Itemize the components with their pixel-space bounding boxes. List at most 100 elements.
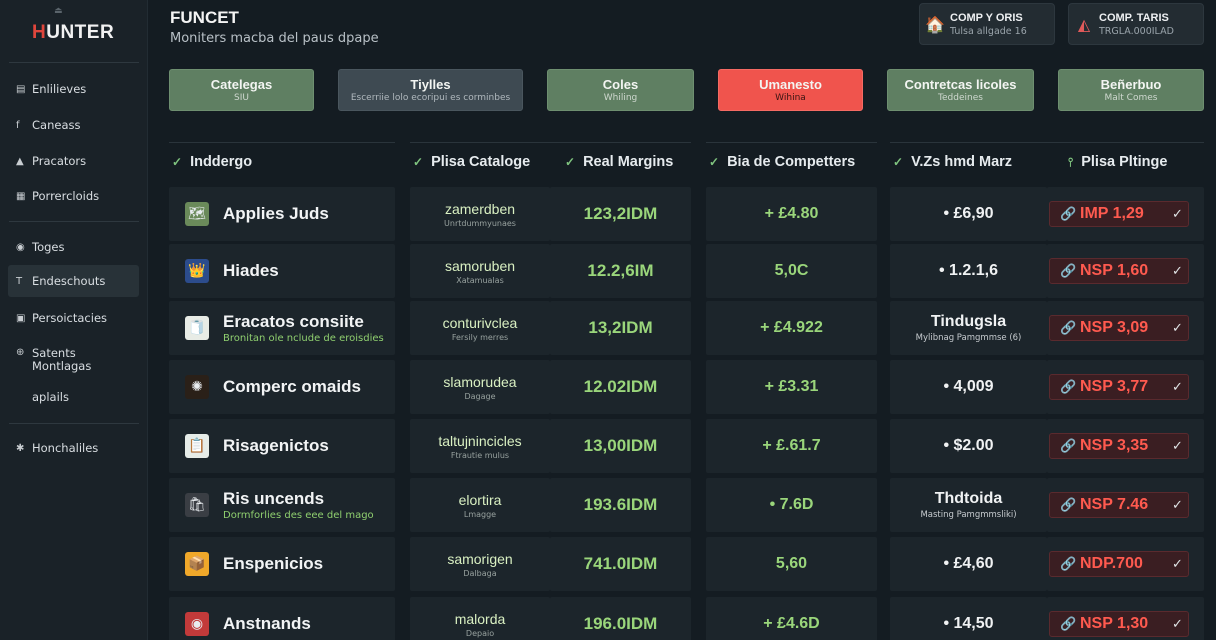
table-row-product[interactable]: 🗺 Applies Juds <box>169 187 395 241</box>
price-badge[interactable]: 🔗 NSP 7.46 ✓ <box>1049 492 1189 518</box>
price-badge[interactable]: 🔗 NSP 3,09 ✓ <box>1049 315 1189 341</box>
price-badge[interactable]: 🔗 NSP 3,35 ✓ <box>1049 433 1189 459</box>
column-header-inddergo[interactable]: ✓ Inddergo <box>172 152 252 172</box>
product-text: Risagenictos <box>223 436 329 456</box>
sidebar-item-endeschouts[interactable]: T Endeschouts <box>8 265 139 297</box>
table-cell-pricing: 🔗 NSP 7.46 ✓ <box>1047 478 1204 532</box>
sidebar-item-satents[interactable]: ⊕ Satents Montlagas <box>8 343 139 377</box>
sidebar-item-persoictacies[interactable]: ▣ Persoictacies <box>8 302 139 334</box>
table-cell-vz[interactable]: • 1.2.1,6 <box>890 244 1047 298</box>
table-cell-margin[interactable]: 196.0IDM <box>550 597 691 640</box>
table-cell-vz[interactable]: Tindugsla Mylibnag Pamgmmse (6) <box>890 301 1047 355</box>
table-cell-competitor[interactable]: + £3.31 <box>706 360 877 414</box>
table-cell-catalog[interactable]: zamerdben Unrtdummyunaes <box>410 187 550 241</box>
price-badge[interactable]: 🔗 NSP 1,60 ✓ <box>1049 258 1189 284</box>
price-badge[interactable]: 🔗 IMP 1,29 ✓ <box>1049 201 1189 227</box>
header-card-comp-taris[interactable]: ◭ COMP. TARIS TRGLA.000ILAD <box>1068 3 1204 45</box>
table-cell-catalog[interactable]: samoruben Xatamualas <box>410 244 550 298</box>
header-card-subtitle: TRGLA.000ILAD <box>1099 25 1174 37</box>
check-icon[interactable]: ✓ <box>1172 617 1183 632</box>
sidebar-item-toges[interactable]: ◉ Toges <box>8 231 139 263</box>
price-badge[interactable]: 🔗 NSP 3,77 ✓ <box>1049 374 1189 400</box>
table-cell-catalog[interactable]: slamorudea Dagage <box>410 360 550 414</box>
table-cell-margin[interactable]: 12.02IDM <box>550 360 691 414</box>
table-cell-competitor[interactable]: • 7.6D <box>706 478 877 532</box>
table-cell-margin[interactable]: 193.6IDM <box>550 478 691 532</box>
column-header-catalog[interactable]: ✓ Plisa Cataloge <box>413 152 530 172</box>
table-cell-vz[interactable]: • £4,60 <box>890 537 1047 591</box>
sidebar-item-pracators[interactable]: ▲ Pracators <box>8 145 139 177</box>
table-cell-margin[interactable]: 13,2IDM <box>550 301 691 355</box>
product-text: Enspenicios <box>223 554 323 574</box>
product-text: Anstnands <box>223 614 311 634</box>
table-cell-competitor[interactable]: + £4.922 <box>706 301 877 355</box>
sidebar-item-label-secondary: Montlagas <box>32 359 92 373</box>
check-icon[interactable]: ✓ <box>1172 207 1183 222</box>
check-icon[interactable]: ✓ <box>1172 439 1183 454</box>
filter-button-benerbuo[interactable]: Beñerbuo Malt Comes <box>1058 69 1204 111</box>
sidebar-divider <box>9 221 139 222</box>
product-text: Applies Juds <box>223 204 329 224</box>
margin-value: 123,2IDM <box>583 204 658 223</box>
price-badge[interactable]: 🔗 NDP.700 ✓ <box>1049 551 1189 577</box>
table-cell-margin[interactable]: 741.0IDM <box>550 537 691 591</box>
margin-value: 12.02IDM <box>583 377 658 396</box>
table-cell-catalog[interactable]: conturivclea Fersily merres <box>410 301 550 355</box>
table-cell-pricing: 🔗 NSP 3,77 ✓ <box>1047 360 1204 414</box>
sidebar-item-porrercloids[interactable]: ▦ Porrercloids <box>8 180 139 212</box>
filter-button-subtitle: SIU <box>234 93 249 103</box>
catalog-name: conturivclea <box>442 314 518 331</box>
app-logo[interactable]: HUNTER <box>32 22 114 44</box>
table-cell-competitor[interactable]: + £4.6D <box>706 597 877 640</box>
filter-button-coles[interactable]: Coles Whiling <box>547 69 694 111</box>
check-icon[interactable]: ✓ <box>1172 264 1183 279</box>
column-header-vz-marz[interactable]: ✓ V.Zs hmd Marz <box>893 152 1012 172</box>
filter-button-catelegas[interactable]: Catelegas SIU <box>169 69 314 111</box>
product-name: Eracatos consiite <box>223 312 364 331</box>
table-row-product[interactable]: ◉ Anstnands <box>169 597 395 640</box>
competitor-value: • 7.6D <box>769 496 814 513</box>
table-row-product[interactable]: 🧻 Eracatos consiite Bronitan ole nclude … <box>169 301 395 355</box>
table-cell-vz[interactable]: • $2.00 <box>890 419 1047 473</box>
table-cell-pricing: 🔗 NSP 3,35 ✓ <box>1047 419 1204 473</box>
column-header-pricing[interactable]: ⫯ Plisa Pltinge <box>1068 152 1167 172</box>
table-cell-competitor[interactable]: 5,0C <box>706 244 877 298</box>
check-icon[interactable]: ✓ <box>1172 557 1183 572</box>
table-cell-catalog[interactable]: samorigen Dalbaga <box>410 537 550 591</box>
sidebar-item-caneass[interactable]: f Caneass <box>8 109 139 141</box>
price-badge[interactable]: 🔗 NSP 1,30 ✓ <box>1049 611 1189 637</box>
table-row-product[interactable]: 🛍 Ris uncends Dormforlies des eee del ma… <box>169 478 395 532</box>
check-icon[interactable]: ✓ <box>1172 380 1183 395</box>
header-card-comp-oris[interactable]: 🏠 COMP Y ORIS Tulsa allgade 16 <box>919 3 1055 45</box>
table-cell-vz[interactable]: Thdtoida Masting Pamgmmsliki) <box>890 478 1047 532</box>
check-icon[interactable]: ✓ <box>1172 321 1183 336</box>
table-cell-vz[interactable]: • 4,009 <box>890 360 1047 414</box>
column-header-margins[interactable]: ✓ Real Margins <box>565 152 673 172</box>
table-row-product[interactable]: 📦 Enspenicios <box>169 537 395 591</box>
filter-button-contretcas[interactable]: Contretcas licoles Teddeines <box>887 69 1034 111</box>
circle-icon: ◉ <box>16 241 25 253</box>
table-cell-margin[interactable]: 123,2IDM <box>550 187 691 241</box>
column-header-competitors[interactable]: ✓ Bia de Competters <box>709 152 855 172</box>
table-cell-competitor[interactable]: 5,60 <box>706 537 877 591</box>
filter-button-tiylles[interactable]: Tiylles Escerriie lolo ecoripui es cormi… <box>338 69 523 111</box>
globe-icon: ⊕ <box>16 347 25 358</box>
table-row-product[interactable]: 📋 Risagenictos <box>169 419 395 473</box>
table-row-product[interactable]: 👑 Hiades <box>169 244 395 298</box>
table-cell-margin[interactable]: 12.2,6IM <box>550 244 691 298</box>
filter-button-umanesto[interactable]: Umanesto Wihina <box>718 69 863 111</box>
table-cell-vz[interactable]: • £6,90 <box>890 187 1047 241</box>
table-cell-catalog[interactable]: malorda Depaio <box>410 597 550 640</box>
sidebar-item-aplails[interactable]: aplails <box>8 381 139 413</box>
table-cell-competitor[interactable]: + £.61.7 <box>706 419 877 473</box>
table-cell-catalog[interactable]: taltujnincicles Ftrautie mulus <box>410 419 550 473</box>
check-icon[interactable]: ✓ <box>1172 498 1183 513</box>
table-cell-margin[interactable]: 13,00IDM <box>550 419 691 473</box>
table-cell-catalog[interactable]: elortira Lmagge <box>410 478 550 532</box>
table-row-product[interactable]: ✺ Comperc omaids <box>169 360 395 414</box>
sidebar-item-honchaliles[interactable]: ✱ Honchaliles <box>8 432 139 464</box>
sidebar-item-enlilieves[interactable]: ▤ Enlilieves <box>8 73 139 105</box>
table-cell-competitor[interactable]: + £4.80 <box>706 187 877 241</box>
table-cell-pricing: 🔗 NSP 1,30 ✓ <box>1047 597 1204 640</box>
table-cell-vz[interactable]: • 14,50 <box>890 597 1047 640</box>
